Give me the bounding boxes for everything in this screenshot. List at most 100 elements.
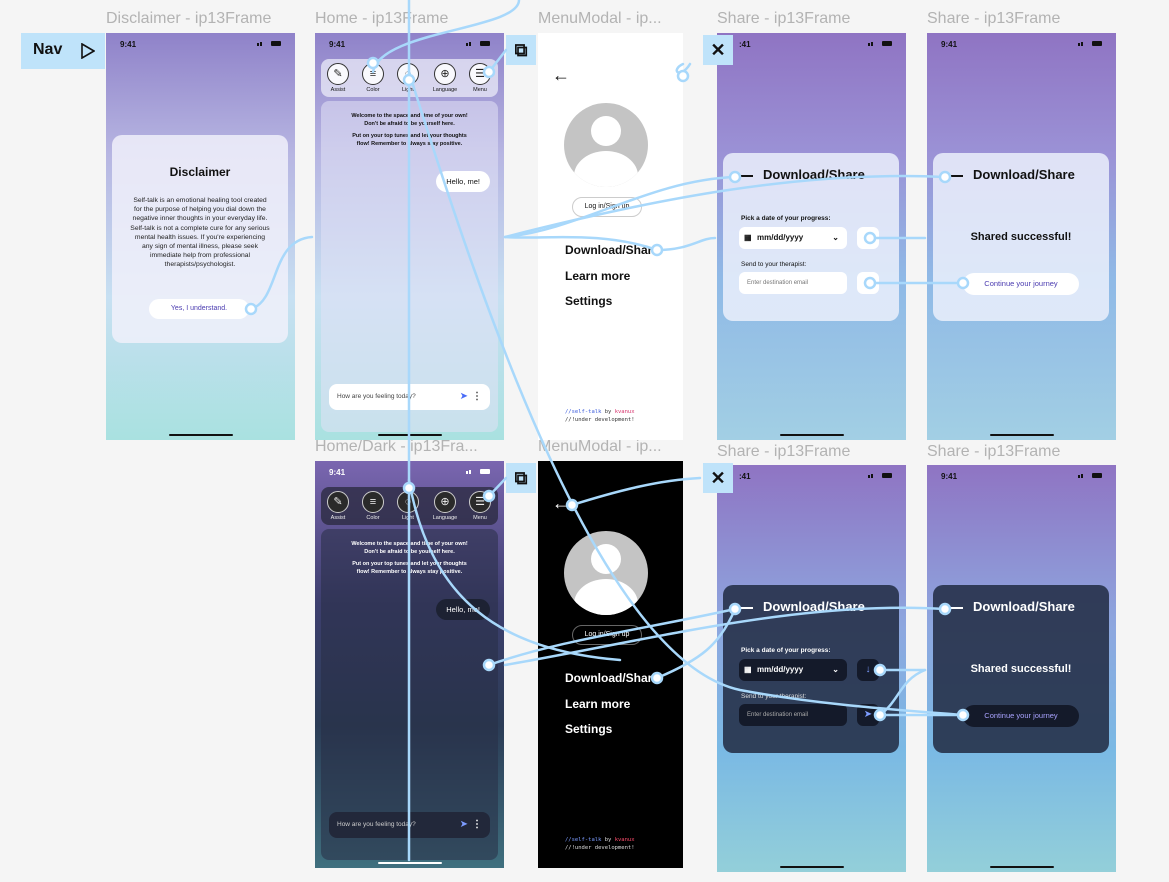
menu-item-learn-more[interactable]: Learn more bbox=[565, 269, 630, 283]
continue-journey-button[interactable]: Continue your journey bbox=[963, 705, 1079, 727]
welcome-line: Put on your top tunes and let your thoug… bbox=[352, 133, 467, 139]
login-button[interactable]: Log in/Sign up bbox=[572, 197, 642, 217]
status-icons bbox=[466, 41, 490, 46]
status-time: 9:41 bbox=[329, 468, 346, 477]
nav-flow-start[interactable]: Nav bbox=[21, 33, 105, 69]
chat-input[interactable]: How are you feeling today? ➤ ⋮ bbox=[329, 812, 490, 838]
welcome-line: flow! Remember to always stay positive. bbox=[356, 568, 463, 575]
bulb-icon: ◌ bbox=[397, 491, 419, 513]
status-icons bbox=[868, 473, 892, 478]
tool-language[interactable]: ⊕ Language bbox=[430, 63, 460, 93]
avatar bbox=[564, 103, 648, 187]
more-vertical-icon[interactable]: ⋮ bbox=[472, 384, 482, 410]
menu-item-settings[interactable]: Settings bbox=[565, 722, 612, 736]
overlay-toggle-icon[interactable]: ⧉ bbox=[506, 35, 536, 65]
date-input[interactable]: ▦ mm/dd/yyyy ⌄ bbox=[739, 227, 847, 249]
share-title: Download/Share bbox=[763, 167, 865, 182]
globe-icon: ⊕ bbox=[434, 63, 456, 85]
overlay-toggle-icon[interactable]: ⧉ bbox=[506, 463, 536, 493]
dash-icon bbox=[741, 607, 753, 609]
welcome-line: Welcome to the space and time of your ow… bbox=[351, 541, 468, 547]
pick-date-label: Pick a date of your progress: bbox=[741, 647, 831, 654]
understand-button[interactable]: Yes, I understand. bbox=[149, 299, 249, 319]
frame-label-home: Home - ip13Frame bbox=[315, 10, 449, 27]
close-icon[interactable]: ✕ bbox=[703, 35, 733, 65]
tool-assist[interactable]: ✎ Assist bbox=[323, 63, 353, 93]
menu-icon: ☰ bbox=[469, 63, 491, 85]
continue-journey-button[interactable]: Continue your journey bbox=[963, 273, 1079, 295]
menu-item-download-share[interactable]: Download/Share bbox=[565, 243, 659, 257]
share-success-card: Download/Share Shared successful! Contin… bbox=[933, 585, 1109, 753]
send-button[interactable]: ➤ bbox=[857, 272, 879, 294]
date-input[interactable]: ▦ mm/dd/yyyy ⌄ bbox=[739, 659, 847, 681]
tool-light[interactable]: ◌ Light bbox=[393, 491, 423, 521]
back-arrow-icon[interactable]: ← bbox=[552, 493, 570, 514]
code-prefix: //self-talk bbox=[565, 409, 602, 415]
tool-light[interactable]: ◌ Light bbox=[393, 63, 423, 93]
play-triangle-icon bbox=[81, 43, 95, 59]
tool-label: Assist bbox=[330, 87, 346, 93]
login-button[interactable]: Log in/Sign up bbox=[572, 625, 642, 645]
home-indicator bbox=[989, 866, 1054, 868]
code-author: kvanux bbox=[614, 409, 635, 415]
email-field[interactable]: Enter destination email bbox=[739, 272, 847, 294]
code-footer: //self-talk by kvanux //!under developme… bbox=[565, 408, 635, 424]
status-icons bbox=[1078, 473, 1102, 478]
code-line: //!under development! bbox=[565, 417, 635, 423]
code-author: kvanux bbox=[614, 837, 635, 843]
send-icon[interactable]: ➤ bbox=[460, 384, 468, 410]
toolbar: ✎ Assist ≡ Color ◌ Light ⊕ Language ☰ Menu bbox=[321, 487, 498, 525]
menu-item-download-share[interactable]: Download/Share bbox=[565, 671, 659, 685]
welcome-line: Don't be afraid to be yourself here. bbox=[364, 120, 455, 127]
send-icon: ➤ bbox=[863, 277, 873, 288]
status-time: 9:41 bbox=[941, 472, 958, 481]
tool-menu[interactable]: ☰ Menu bbox=[465, 63, 495, 93]
frame-label-disclaimer: Disclaimer - ip13Frame bbox=[106, 10, 272, 27]
tool-menu[interactable]: ☰ Menu bbox=[465, 491, 495, 521]
download-button[interactable]: ↓ bbox=[857, 659, 879, 681]
email-field[interactable]: Enter destination email bbox=[739, 704, 847, 726]
chevron-down-icon: ⌄ bbox=[832, 665, 839, 674]
sliders-icon: ≡ bbox=[362, 63, 384, 85]
frame-share-4: 9:41 Download/Share Shared successful! C… bbox=[927, 465, 1116, 872]
status-icons bbox=[466, 469, 490, 474]
welcome-text: Welcome to the space and time of your ow… bbox=[321, 541, 498, 576]
status-time: 9:41 bbox=[329, 40, 346, 49]
frame-menu-dark: ← Log in/Sign up Download/Share Learn mo… bbox=[538, 461, 683, 868]
chat-input[interactable]: How are you feeling today? ➤ ⋮ bbox=[329, 384, 490, 410]
more-vertical-icon[interactable]: ⋮ bbox=[472, 812, 482, 838]
tool-assist[interactable]: ✎ Assist bbox=[323, 491, 353, 521]
tool-label: Color bbox=[366, 87, 380, 93]
close-icon[interactable]: ✕ bbox=[703, 463, 733, 493]
welcome-text: Welcome to the space and time of your ow… bbox=[321, 113, 498, 148]
send-button[interactable]: ➤ bbox=[857, 704, 879, 726]
download-arrow-icon: ↓ bbox=[865, 232, 871, 243]
back-arrow-icon[interactable]: ← bbox=[552, 65, 570, 86]
code-footer: //self-talk by kvanux //!under developme… bbox=[565, 836, 635, 852]
toolbar: ✎ Assist ≡ Color ◌ Light ⊕ Language ☰ Menu bbox=[321, 59, 498, 97]
tool-color[interactable]: ≡ Color bbox=[358, 63, 388, 93]
tool-language[interactable]: ⊕ Language bbox=[430, 491, 460, 521]
tool-color[interactable]: ≡ Color bbox=[358, 491, 388, 521]
frame-label-share-2: Share - ip13Frame bbox=[927, 10, 1061, 27]
send-icon[interactable]: ➤ bbox=[460, 812, 468, 838]
share-card: Download/Share Pick a date of your progr… bbox=[723, 585, 899, 753]
home-indicator bbox=[779, 434, 844, 436]
status-icons bbox=[257, 41, 281, 46]
tool-label: Color bbox=[366, 515, 380, 521]
send-therapist-label: Send to your therapist: bbox=[741, 261, 807, 268]
success-message: Shared successful! bbox=[970, 231, 1072, 243]
menu-item-learn-more[interactable]: Learn more bbox=[565, 697, 630, 711]
welcome-line: Welcome to the space and time of your ow… bbox=[351, 113, 468, 119]
frame-share-1: :41 Download/Share Pick a date of your p… bbox=[717, 33, 906, 440]
tool-label: Light bbox=[402, 515, 414, 521]
menu-item-settings[interactable]: Settings bbox=[565, 294, 612, 308]
frame-home-dark: 9:41 ✎ Assist ≡ Color ◌ Light ⊕ Language ☰ Me… bbox=[315, 461, 504, 868]
home-indicator bbox=[377, 434, 442, 436]
assist-icon: ✎ bbox=[327, 63, 349, 85]
tool-label: Menu bbox=[473, 87, 487, 93]
download-button[interactable]: ↓ bbox=[857, 227, 879, 249]
home-indicator bbox=[989, 434, 1054, 436]
code-by: by bbox=[601, 409, 615, 415]
tool-label: Language bbox=[432, 87, 458, 93]
